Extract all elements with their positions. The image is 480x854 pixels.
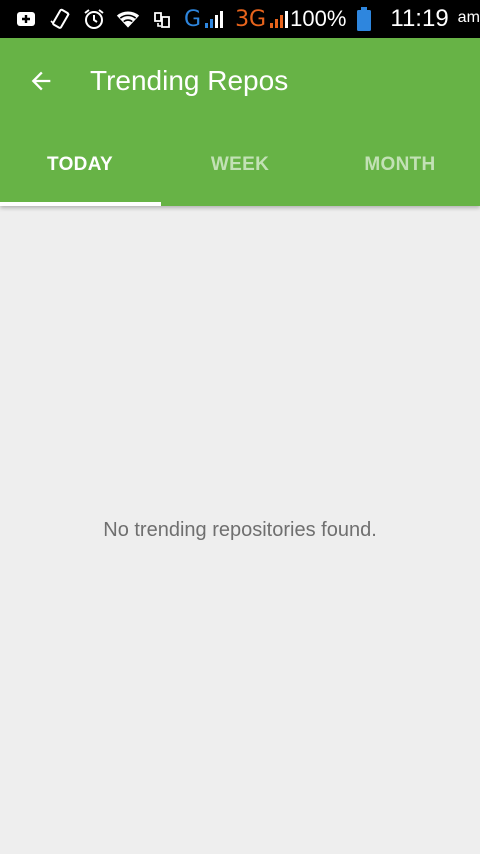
vibrate-icon — [48, 7, 72, 31]
signal-3g: 3G — [235, 7, 290, 32]
network-g-label: G — [184, 6, 202, 32]
back-button[interactable] — [0, 38, 84, 124]
clock-ampm: am — [457, 9, 480, 26]
tab-month[interactable]: MONTH — [320, 124, 480, 206]
status-bar: G 3G 100% 11:19 am — [0, 0, 480, 38]
battery-icon — [352, 7, 376, 31]
arrow-back-icon — [31, 71, 51, 91]
tab-today[interactable]: TODAY — [0, 124, 160, 206]
tab-label: WEEK — [210, 154, 270, 175]
battery-percent: 100% — [290, 6, 347, 31]
signal-icon — [205, 11, 224, 28]
empty-state-message: No trending repositories found. — [103, 518, 377, 541]
alarm-icon — [82, 7, 106, 31]
network-3g-label: 3G — [235, 6, 267, 32]
wifi-icon — [116, 7, 140, 31]
app-bar: Trending Repos TODAY WEEK MONTH — [0, 38, 480, 206]
clock-time: 11:19 — [390, 5, 449, 32]
page-title: Trending Repos — [90, 65, 289, 96]
signal-icon — [270, 11, 289, 28]
tab-label: MONTH — [364, 154, 436, 175]
main-content: No trending repositories found. — [0, 206, 480, 854]
tab-label: TODAY — [47, 154, 113, 175]
phone-data-icon — [150, 7, 174, 31]
tab-bar: TODAY WEEK MONTH — [0, 124, 480, 206]
signal-g: G — [184, 7, 225, 32]
usb-icon — [14, 7, 38, 31]
toolbar: Trending Repos — [0, 38, 480, 124]
tab-week[interactable]: WEEK — [160, 124, 320, 206]
